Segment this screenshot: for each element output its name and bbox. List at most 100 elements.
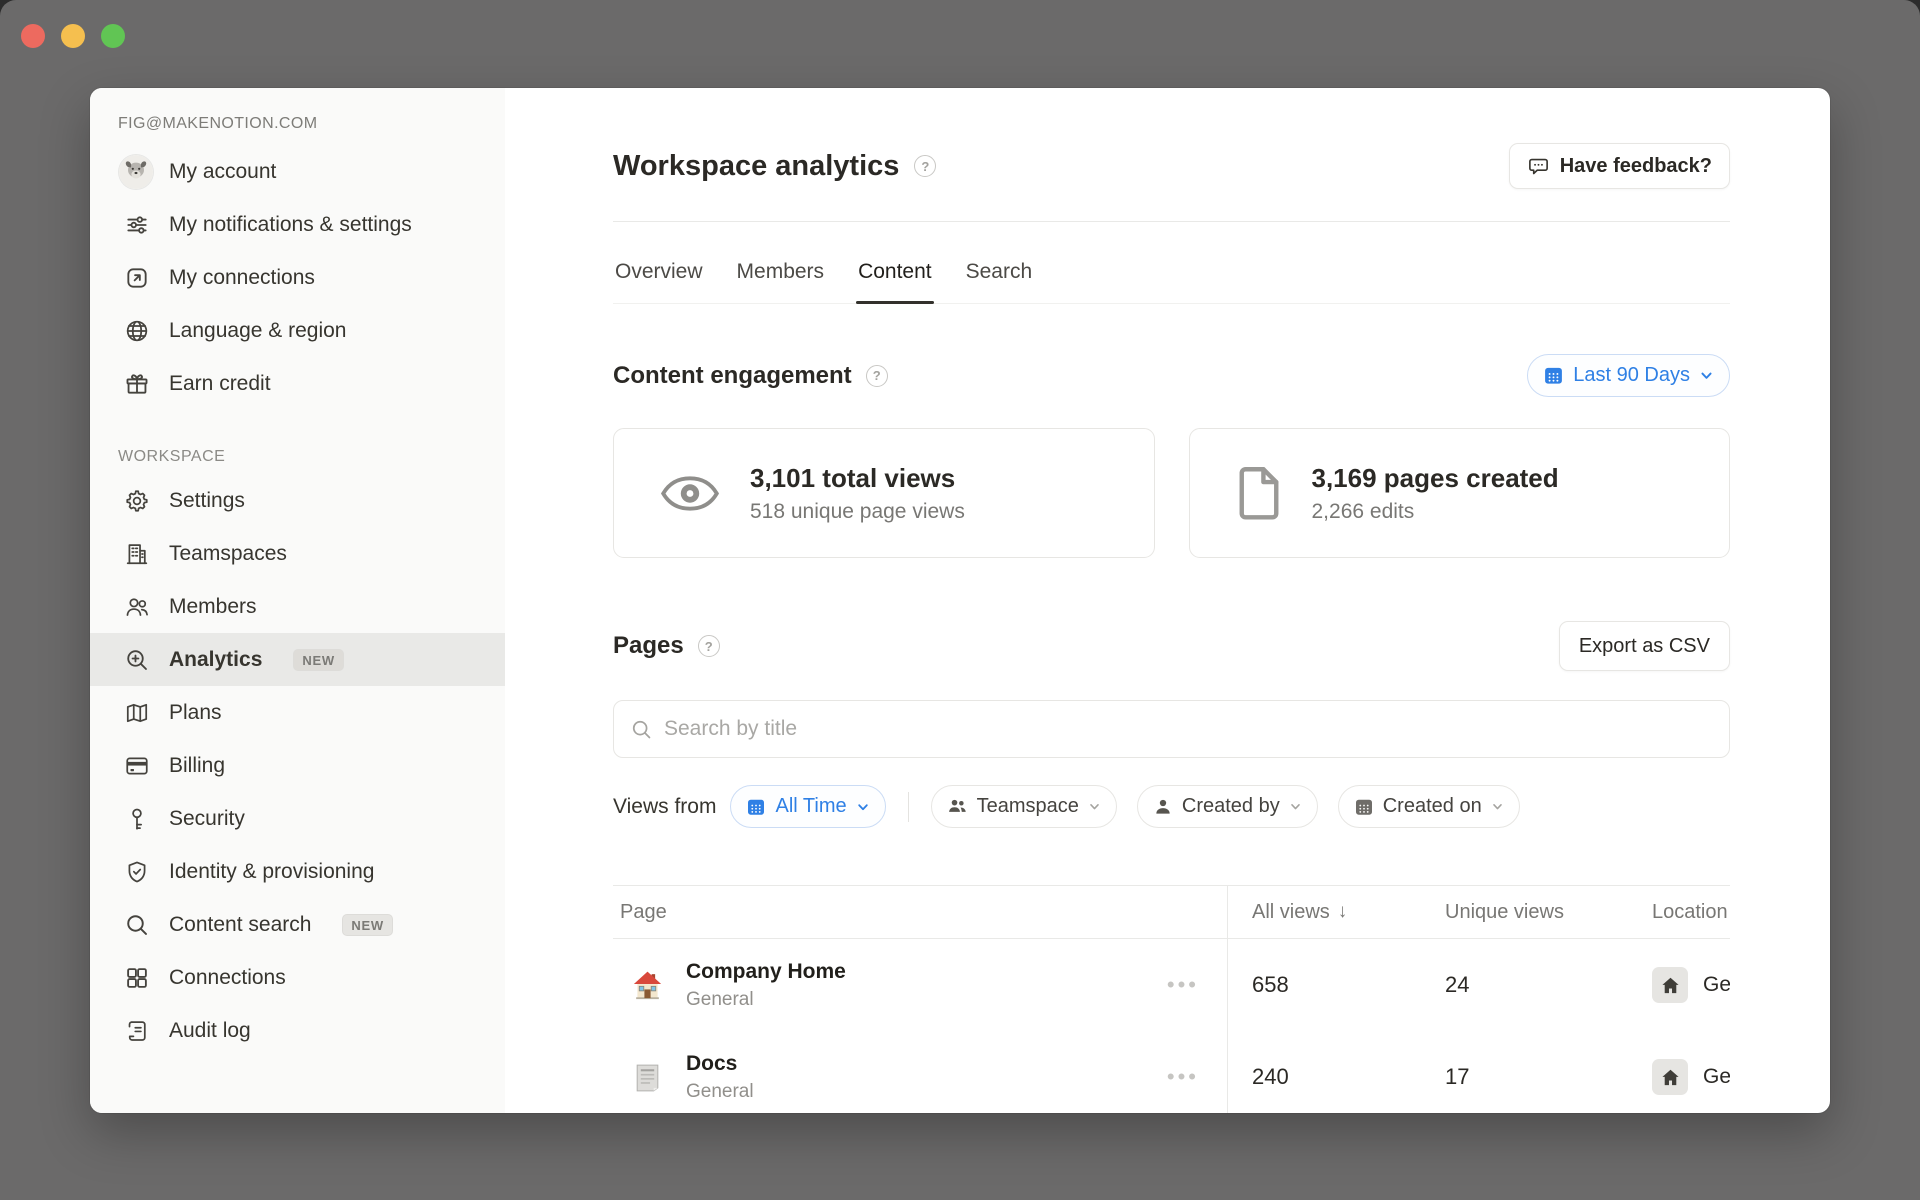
- tab-overview[interactable]: Overview: [613, 244, 705, 303]
- help-icon[interactable]: ?: [698, 635, 720, 657]
- date-range-dropdown[interactable]: Last 90 Days: [1527, 354, 1730, 397]
- building-icon: [123, 540, 150, 567]
- calendar-icon: [1543, 365, 1564, 386]
- settings-sidebar: FIG@MAKENOTION.COM My account My notific…: [90, 88, 505, 1113]
- gear-icon: [123, 487, 150, 514]
- house-emoji-icon: [631, 969, 664, 1002]
- sidebar-item-connections[interactable]: Connections: [90, 951, 505, 1004]
- minimize-button[interactable]: [61, 24, 85, 48]
- key-icon: [123, 805, 150, 832]
- search-icon: [630, 718, 653, 741]
- column-header-all-views[interactable]: All views ↓: [1228, 886, 1421, 938]
- sidebar-item-label: Connections: [169, 964, 286, 992]
- feedback-button-label: Have feedback?: [1560, 155, 1712, 178]
- settings-dialog: FIG@MAKENOTION.COM My account My notific…: [90, 88, 1830, 1113]
- sidebar-item-label: My connections: [169, 264, 315, 292]
- analytics-content: Workspace analytics ? Have feedback? Ove…: [505, 88, 1830, 1113]
- home-location-icon: [1652, 967, 1688, 1003]
- page-icon: [1236, 465, 1282, 521]
- all-views-cell: 658: [1228, 939, 1421, 1031]
- stat-value: 3,169 pages created: [1312, 463, 1559, 494]
- speech-bubble-icon: [1527, 155, 1550, 178]
- teamspace-filter-label: Teamspace: [977, 795, 1079, 818]
- analytics-tabs: Overview Members Content Search: [613, 244, 1730, 304]
- table-row[interactable]: Company Home General ••• 658 24 General: [613, 939, 1730, 1031]
- sidebar-item-billing[interactable]: Billing: [90, 739, 505, 792]
- document-emoji-icon: [631, 1061, 664, 1094]
- sidebar-item-my-connections[interactable]: My connections: [90, 251, 505, 304]
- location-cell: General: [1628, 1031, 1730, 1113]
- page-subtitle: General: [686, 1081, 754, 1103]
- teamspace-filter[interactable]: Teamspace: [931, 785, 1117, 828]
- sidebar-item-label: Content search: [169, 911, 311, 939]
- sidebar-item-label: Language & region: [169, 317, 347, 345]
- calendar-icon: [1354, 797, 1374, 817]
- sidebar-item-label: Settings: [169, 487, 245, 515]
- page-title: Workspace analytics: [613, 150, 899, 183]
- sidebar-item-earn-credit[interactable]: Earn credit: [90, 357, 505, 410]
- close-button[interactable]: [21, 24, 45, 48]
- zoom-button[interactable]: [101, 24, 125, 48]
- tab-content[interactable]: Content: [856, 244, 934, 303]
- location-label: General: [1703, 1065, 1730, 1089]
- external-link-icon: [123, 264, 150, 291]
- sidebar-item-audit-log[interactable]: Audit log: [90, 1004, 505, 1057]
- sidebar-item-label: Members: [169, 593, 257, 621]
- chevron-down-icon: [1699, 368, 1714, 383]
- analytics-icon: [123, 646, 150, 673]
- sliders-icon: [123, 211, 150, 238]
- sidebar-item-plans[interactable]: Plans: [90, 686, 505, 739]
- sidebar-item-notifications-settings[interactable]: My notifications & settings: [90, 198, 505, 251]
- column-header-unique-views[interactable]: Unique views: [1421, 886, 1628, 938]
- sidebar-item-members[interactable]: Members: [90, 580, 505, 633]
- row-menu-icon[interactable]: •••: [1167, 1064, 1199, 1090]
- sidebar-item-content-search[interactable]: Content search NEW: [90, 898, 505, 951]
- window-controls: [21, 24, 125, 48]
- sidebar-item-teamspaces[interactable]: Teamspaces: [90, 527, 505, 580]
- search-icon: [123, 911, 150, 938]
- new-badge: NEW: [293, 649, 343, 671]
- sidebar-item-label: My account: [169, 158, 276, 186]
- sidebar-item-analytics[interactable]: Analytics NEW: [90, 633, 505, 686]
- chevron-down-icon: [1491, 800, 1504, 813]
- search-input[interactable]: [664, 717, 1713, 741]
- members-icon: [123, 593, 150, 620]
- stat-card-pages-created: 3,169 pages created 2,266 edits: [1189, 428, 1731, 558]
- sidebar-item-label: Identity & provisioning: [169, 858, 374, 886]
- sidebar-item-my-account[interactable]: My account: [90, 145, 505, 198]
- location-cell: General: [1628, 939, 1730, 1031]
- help-icon[interactable]: ?: [866, 365, 888, 387]
- user-avatar: [119, 155, 153, 189]
- pages-heading: Pages: [613, 632, 684, 660]
- tab-search[interactable]: Search: [964, 244, 1035, 303]
- table-row[interactable]: Docs General ••• 240 17 General: [613, 1031, 1730, 1113]
- sidebar-item-label: Billing: [169, 752, 225, 780]
- sort-desc-icon: ↓: [1338, 901, 1348, 923]
- sidebar-item-language-region[interactable]: Language & region: [90, 304, 505, 357]
- feedback-button[interactable]: Have feedback?: [1509, 143, 1730, 189]
- row-menu-icon[interactable]: •••: [1167, 972, 1199, 998]
- unique-views-cell: 24: [1421, 939, 1628, 1031]
- pages-filters: Views from All Time Teamspace: [613, 785, 1730, 828]
- column-header-page[interactable]: Page: [613, 886, 1228, 938]
- tab-members[interactable]: Members: [735, 244, 827, 303]
- table-header: Page All views ↓ Unique views Location: [613, 885, 1730, 939]
- views-from-label: Views from: [613, 795, 716, 819]
- pages-search: [613, 700, 1730, 758]
- export-csv-button[interactable]: Export as CSV: [1559, 621, 1730, 671]
- sidebar-item-security[interactable]: Security: [90, 792, 505, 845]
- stat-card-total-views: 3,101 total views 518 unique page views: [613, 428, 1155, 558]
- sidebar-item-identity-provisioning[interactable]: Identity & provisioning: [90, 845, 505, 898]
- sidebar-item-label: Analytics: [169, 646, 262, 674]
- created-by-filter[interactable]: Created by: [1137, 785, 1318, 828]
- location-label: General: [1703, 973, 1730, 997]
- created-on-filter[interactable]: Created on: [1338, 785, 1520, 828]
- sidebar-item-label: Audit log: [169, 1017, 251, 1045]
- views-from-value: All Time: [775, 795, 846, 818]
- views-from-dropdown[interactable]: All Time: [730, 785, 885, 828]
- sidebar-item-settings[interactable]: Settings: [90, 474, 505, 527]
- column-header-location[interactable]: Location: [1628, 886, 1730, 938]
- pages-table: Page All views ↓ Unique views Location: [613, 885, 1730, 1113]
- sidebar-item-label: Teamspaces: [169, 540, 287, 568]
- help-icon[interactable]: ?: [914, 155, 936, 177]
